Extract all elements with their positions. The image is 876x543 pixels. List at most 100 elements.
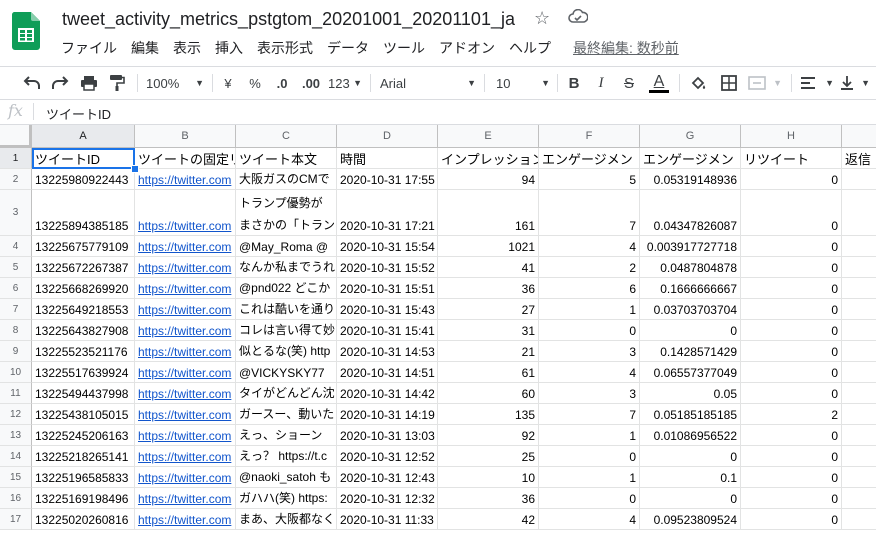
column-header-e[interactable]: E (438, 125, 539, 148)
column-header-f[interactable]: F (539, 125, 640, 148)
cell-imp[interactable]: 41 (438, 257, 539, 278)
column-header-b[interactable]: B (135, 125, 236, 148)
cell-rt[interactable]: 0 (741, 362, 842, 383)
row-header[interactable]: 10 (0, 362, 32, 383)
cell-rate[interactable]: 0.0487804878 (640, 257, 741, 278)
header-cell[interactable]: ツイート本文 (236, 148, 337, 169)
cell-text[interactable]: ガースー、動いた (236, 404, 337, 425)
cell-eng[interactable]: 4 (539, 509, 640, 530)
cell-eng[interactable]: 2 (539, 257, 640, 278)
tweet-link-cell[interactable]: https://twitter.com (135, 320, 236, 341)
cell-empty[interactable] (842, 278, 876, 299)
cell-eng[interactable]: 0 (539, 488, 640, 509)
cell-id[interactable]: 13225494437998 (32, 383, 135, 404)
cell-id[interactable]: 13225517639924 (32, 362, 135, 383)
cell-rate[interactable]: 0.05185185185 (640, 404, 741, 425)
cell-rt[interactable]: 0 (741, 190, 842, 236)
cell-imp[interactable]: 36 (438, 488, 539, 509)
cell-time[interactable]: 2020-10-31 15:54 (337, 236, 438, 257)
tweet-link-cell[interactable]: https://twitter.com (135, 509, 236, 530)
menu-format[interactable]: 表示形式 (250, 38, 320, 58)
undo-icon[interactable] (20, 67, 44, 99)
cell-eng[interactable]: 1 (539, 299, 640, 320)
cell-text[interactable]: ガハハ(笑) https: (236, 488, 337, 509)
row-header[interactable]: 15 (0, 467, 32, 488)
cell-rt[interactable]: 0 (741, 509, 842, 530)
tweet-link-cell[interactable]: https://twitter.com (135, 383, 236, 404)
row-header[interactable]: 17 (0, 509, 32, 530)
tweet-link-cell[interactable]: https://twitter.com (135, 404, 236, 425)
currency-button[interactable]: ¥ (218, 67, 238, 99)
cell-imp[interactable]: 60 (438, 383, 539, 404)
menu-data[interactable]: データ (320, 38, 376, 58)
cell-empty[interactable] (842, 299, 876, 320)
cell-eng[interactable]: 3 (539, 383, 640, 404)
cell-rt[interactable]: 0 (741, 236, 842, 257)
tweet-link-cell[interactable]: https://twitter.com (135, 190, 236, 236)
menu-view[interactable]: 表示 (166, 38, 208, 58)
text-color-button[interactable]: A (648, 67, 670, 99)
header-cell[interactable]: インプレッション (438, 148, 539, 169)
row-header[interactable]: 8 (0, 320, 32, 341)
tweet-link-cell[interactable]: https://twitter.com (135, 362, 236, 383)
cell-empty[interactable] (842, 362, 876, 383)
cell-rt[interactable]: 0 (741, 467, 842, 488)
select-all-corner[interactable] (0, 125, 32, 148)
tweet-link-cell[interactable]: https://twitter.com (135, 446, 236, 467)
cell-rate[interactable]: 0.01086956522 (640, 425, 741, 446)
cell-eng[interactable]: 6 (539, 278, 640, 299)
cell-empty[interactable] (842, 257, 876, 278)
column-header-a[interactable]: A (32, 125, 135, 148)
cell-rt[interactable]: 0 (741, 169, 842, 190)
cell-time[interactable]: 2020-10-31 14:51 (337, 362, 438, 383)
cell-rate[interactable]: 0.06557377049 (640, 362, 741, 383)
cell-rate[interactable]: 0.03703703704 (640, 299, 741, 320)
cell-time[interactable]: 2020-10-31 15:41 (337, 320, 438, 341)
cell-time[interactable]: 2020-10-31 12:43 (337, 467, 438, 488)
row-header[interactable]: 7 (0, 299, 32, 320)
row-header-1[interactable]: 1 (0, 148, 32, 169)
decrease-decimal-button[interactable]: .0 (270, 67, 294, 99)
header-cell[interactable]: 時間 (337, 148, 438, 169)
cell-time[interactable]: 2020-10-31 14:42 (337, 383, 438, 404)
row-header[interactable]: 13 (0, 425, 32, 446)
tweet-link-cell[interactable]: https://twitter.com (135, 488, 236, 509)
cell-empty[interactable] (842, 488, 876, 509)
row-header[interactable]: 16 (0, 488, 32, 509)
cell-imp[interactable]: 135 (438, 404, 539, 425)
cell-text[interactable]: まあ、大阪都なく (236, 509, 337, 530)
cell-rt[interactable]: 0 (741, 257, 842, 278)
zoom-select[interactable]: 100% ▼ (146, 67, 204, 99)
cell-rate[interactable]: 0.04347826087 (640, 190, 741, 236)
cell-time[interactable]: 2020-10-31 15:43 (337, 299, 438, 320)
cell-text[interactable]: これは酷いを通り (236, 299, 337, 320)
cell-time[interactable]: 2020-10-31 17:21 (337, 190, 438, 236)
header-cell[interactable]: リツイート (741, 148, 842, 169)
cell-imp[interactable]: 21 (438, 341, 539, 362)
cell-rt[interactable]: 0 (741, 446, 842, 467)
cell-eng[interactable]: 7 (539, 190, 640, 236)
cell-id[interactable]: 13225169198496 (32, 488, 135, 509)
cell-rate[interactable]: 0 (640, 488, 741, 509)
cell-empty[interactable] (842, 509, 876, 530)
column-header-extra[interactable] (842, 125, 876, 148)
row-header[interactable]: 5 (0, 257, 32, 278)
cell-imp[interactable]: 10 (438, 467, 539, 488)
cell-empty[interactable] (842, 190, 876, 236)
cell-rate[interactable]: 0.1 (640, 467, 741, 488)
tweet-link-cell[interactable]: https://twitter.com (135, 257, 236, 278)
header-cell[interactable]: エンゲージメン (640, 148, 741, 169)
cell-empty[interactable] (842, 341, 876, 362)
cell-rt[interactable]: 2 (741, 404, 842, 425)
row-header[interactable]: 4 (0, 236, 32, 257)
cell-rate[interactable]: 0.003917727718 (640, 236, 741, 257)
tweet-link-cell[interactable]: https://twitter.com (135, 467, 236, 488)
cell-time[interactable]: 2020-10-31 13:03 (337, 425, 438, 446)
row-header[interactable]: 11 (0, 383, 32, 404)
cell-eng[interactable]: 4 (539, 236, 640, 257)
fill-handle[interactable] (131, 165, 139, 173)
increase-decimal-button[interactable]: .00 (298, 67, 324, 99)
cell-imp[interactable]: 25 (438, 446, 539, 467)
star-icon[interactable]: ☆ (534, 8, 550, 29)
cell-id[interactable]: 13225523521176 (32, 341, 135, 362)
